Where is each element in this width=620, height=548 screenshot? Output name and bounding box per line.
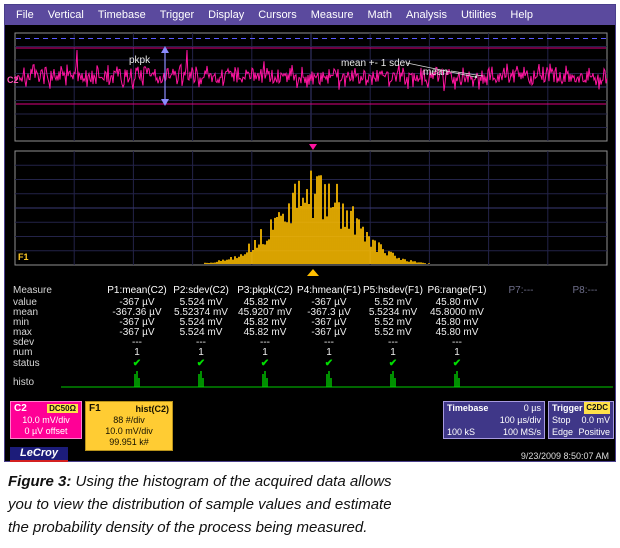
menu-cursors[interactable]: Cursors <box>251 7 304 23</box>
measure-col-header[interactable]: P1:mean(C2) <box>105 285 169 296</box>
timebase-rate: 100 MS/s <box>503 426 541 438</box>
status-check-icon: ✔ <box>361 358 425 369</box>
measure-col-header[interactable]: P2:sdev(C2) <box>169 285 233 296</box>
c2-volts-per-div: 10.0 mV/div <box>11 415 81 426</box>
measure-col-header[interactable]: P7:--- <box>489 285 553 296</box>
trigger-level: 0.0 mV <box>581 414 610 426</box>
status-check-icon: ✔ <box>233 358 297 369</box>
timebase-per-div: 100 µs/div <box>500 414 541 426</box>
measure-row-mean: mean -367.36 µV 5.52374 mV 45.9207 mV -3… <box>5 307 617 317</box>
timebase-delay: 0 µs <box>524 402 541 414</box>
trigger-type: Edge <box>552 426 573 438</box>
f1-function: hist(C2) <box>136 404 170 414</box>
page: File Vertical Timebase Trigger Display C… <box>0 0 620 548</box>
menu-utilities[interactable]: Utilities <box>454 7 503 23</box>
measure-cell: 1 <box>169 347 233 358</box>
trigger-title: Trigger <box>552 402 583 414</box>
timebase-samples: 100 kS <box>447 426 475 438</box>
menu-file[interactable]: File <box>9 7 41 23</box>
figure-caption: Figure 3: Using the histogram of the acq… <box>8 470 478 539</box>
caption-line: the probability density of the process b… <box>8 519 367 536</box>
waveform-display <box>5 25 617 283</box>
c2-coupling-chip: DC50Ω <box>47 404 78 413</box>
measure-cell: 1 <box>425 347 489 358</box>
c2-trace-label: C2 <box>7 75 19 85</box>
oscilloscope-screen: File Vertical Timebase Trigger Display C… <box>4 4 616 462</box>
row-label: num <box>5 347 105 358</box>
measure-cell: 1 <box>105 347 169 358</box>
timestamp: 9/23/2009 8:50:07 AM <box>521 451 609 461</box>
status-check-icon: ✔ <box>425 358 489 369</box>
histicon-sparkline <box>5 370 617 396</box>
measure-row-min: min -367 µV 5.524 mV 45.82 mV -367 µV 5.… <box>5 317 617 327</box>
measure-row-max: max -367 µV 5.524 mV 45.82 mV -367 µV 5.… <box>5 327 617 337</box>
menu-measure[interactable]: Measure <box>304 7 361 23</box>
measure-col-header[interactable]: P3:pkpk(C2) <box>233 285 297 296</box>
measure-col-header[interactable]: P5:hsdev(F1) <box>361 285 425 296</box>
trigger-source-chip: C2DC <box>584 402 610 414</box>
timebase-box[interactable]: Timebase 0 µs 100 µs/div 100 kS 100 MS/s <box>443 401 545 439</box>
f1-population: 99.951 k# <box>86 437 172 448</box>
f1-descriptor-box[interactable]: F1 hist(C2) 88 #/div 10.0 mV/div 99.951 … <box>85 401 173 451</box>
measure-col-header[interactable]: P8:--- <box>553 285 617 296</box>
trigger-slope: Positive <box>578 426 610 438</box>
row-label: status <box>5 358 105 369</box>
c2-channel-label: C2 <box>14 403 27 414</box>
measure-col-header[interactable]: P4:hmean(F1) <box>297 285 361 296</box>
menu-trigger[interactable]: Trigger <box>153 7 201 23</box>
menu-display[interactable]: Display <box>201 7 251 23</box>
menu-bar: File Vertical Timebase Trigger Display C… <box>5 5 615 25</box>
figure-label: Figure 3: <box>8 473 71 490</box>
menu-analysis[interactable]: Analysis <box>399 7 454 23</box>
lecroy-logo: LeCroy <box>10 447 68 462</box>
measure-row-value: value -367 µV 5.524 mV 45.82 mV -367 µV … <box>5 297 617 307</box>
measure-header-row: Measure P1:mean(C2) P2:sdev(C2) P3:pkpk(… <box>5 283 617 297</box>
c2-offset: 0 µV offset <box>11 426 81 437</box>
trigger-box[interactable]: Trigger C2DC Stop 0.0 mV Edge Positive <box>548 401 614 439</box>
status-check-icon: ✔ <box>297 358 361 369</box>
measure-row-histo: histo <box>5 370 617 396</box>
f1-counts-per-div: 88 #/div <box>86 415 172 426</box>
measure-cell: 1 <box>361 347 425 358</box>
mean-annotation: mean <box>423 67 448 78</box>
measure-row-num: num 1 1 1 1 1 1 <box>5 347 617 357</box>
f1-volts-per-div: 10.0 mV/div <box>86 426 172 437</box>
measure-row-sdev: sdev --- --- --- --- --- --- <box>5 337 617 347</box>
measure-col-header[interactable]: P6:range(F1) <box>425 285 489 296</box>
c2-descriptor-box[interactable]: C2 DC50Ω 10.0 mV/div 0 µV offset <box>10 401 82 439</box>
mean-sdev-annotation: mean +- 1 sdev <box>341 58 410 69</box>
timebase-title: Timebase <box>447 402 488 414</box>
caption-line: Using the histogram of the acquired data… <box>76 473 392 490</box>
pkpk-annotation: pkpk <box>129 55 150 66</box>
menu-vertical[interactable]: Vertical <box>41 7 91 23</box>
measure-cell: 1 <box>233 347 297 358</box>
measure-row-status: status ✔ ✔ ✔ ✔ ✔ ✔ <box>5 357 617 370</box>
row-label: histo <box>13 377 34 388</box>
status-check-icon: ✔ <box>169 358 233 369</box>
status-check-icon: ✔ <box>105 358 169 369</box>
f1-trace-label: F1 <box>89 403 101 414</box>
caption-line: you to view the distribution of sample v… <box>8 496 392 513</box>
measure-title: Measure <box>5 285 105 296</box>
f1-trace-label: F1 <box>18 252 29 262</box>
menu-help[interactable]: Help <box>503 7 540 23</box>
menu-math[interactable]: Math <box>361 7 399 23</box>
trigger-mode: Stop <box>552 414 571 426</box>
measure-table: Measure P1:mean(C2) P2:sdev(C2) P3:pkpk(… <box>5 283 617 396</box>
menu-timebase[interactable]: Timebase <box>91 7 153 23</box>
measure-cell: 1 <box>297 347 361 358</box>
